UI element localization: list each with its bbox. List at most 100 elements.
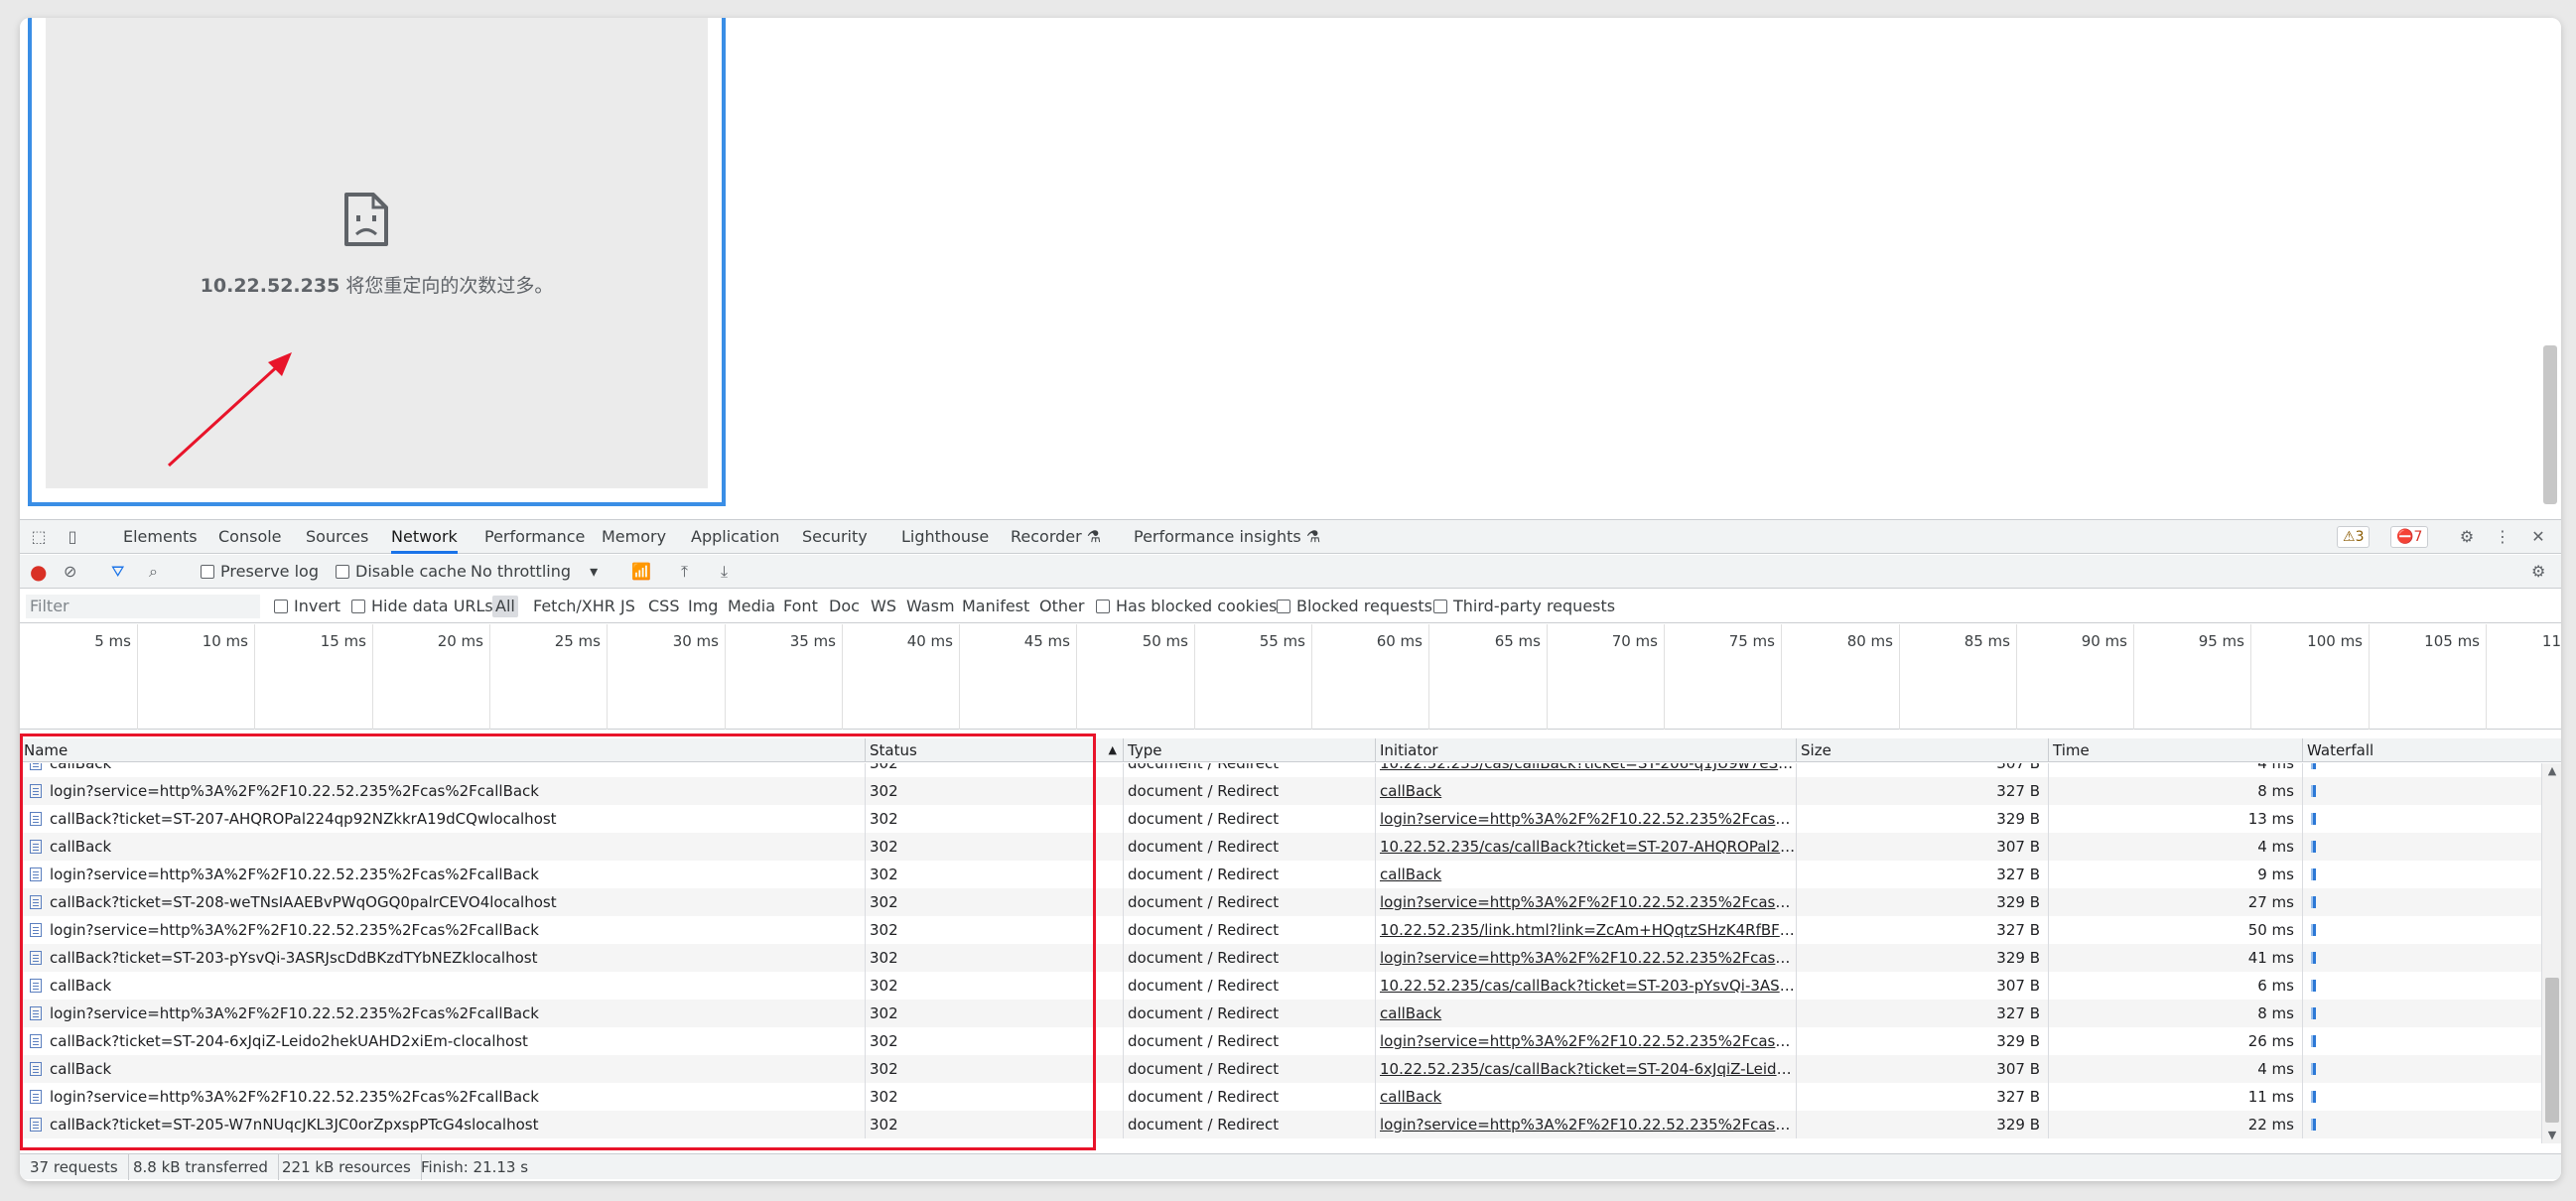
table-row[interactable]: login?service=http%3A%2F%2F10.22.52.235%…	[20, 861, 2541, 888]
settings-gear-icon[interactable]: ⚙	[2456, 526, 2478, 548]
close-devtools-icon[interactable]: ✕	[2527, 526, 2549, 548]
table-row[interactable]: callBack?ticket=ST-208-weTNsIAAEBvPWqOGQ…	[20, 888, 2541, 916]
waterfall-bar	[2313, 1119, 2316, 1131]
tab-lighthouse[interactable]: Lighthouse	[901, 520, 989, 554]
scroll-down-icon[interactable]: ▼	[2542, 1128, 2561, 1143]
request-name: login?service=http%3A%2F%2F10.22.52.235%…	[50, 782, 539, 800]
cell-initiator[interactable]: 10.22.52.235/link.html?link=ZcAm+HQqtzSH…	[1376, 916, 1797, 944]
tab-performance-insights[interactable]: Performance insights ⚗	[1134, 520, 1320, 554]
tab-recorder-label: Recorder	[1011, 527, 1082, 546]
request-name: login?service=http%3A%2F%2F10.22.52.235%…	[50, 866, 539, 883]
tab-application[interactable]: Application	[691, 520, 779, 554]
table-scrollbar-thumb[interactable]	[2545, 978, 2559, 1123]
filter-type-css[interactable]: CSS	[645, 596, 682, 617]
cell-initiator[interactable]: 10.22.52.235/cas/callBack?ticket=ST-207-…	[1376, 833, 1797, 861]
tab-elements[interactable]: Elements	[123, 520, 198, 554]
waterfall-bar	[2313, 813, 2316, 825]
table-row[interactable]: login?service=http%3A%2F%2F10.22.52.235%…	[20, 1000, 2541, 1027]
cell-initiator[interactable]: login?service=http%3A%2F%2F10.22.52.235%…	[1376, 1111, 1797, 1138]
cell-initiator[interactable]: callBack	[1376, 1000, 1797, 1027]
filter-type-manifest[interactable]: Manifest	[959, 596, 1032, 617]
tab-console[interactable]: Console	[218, 520, 282, 554]
table-row[interactable]: callBack?ticket=ST-203-pYsvQi-3ASRJscDdB…	[20, 944, 2541, 972]
cell-initiator[interactable]: login?service=http%3A%2F%2F10.22.52.235%…	[1376, 805, 1797, 833]
page-scrollbar[interactable]	[2543, 345, 2557, 504]
clear-icon[interactable]: ⊘	[64, 555, 76, 589]
has-blocked-cookies-checkbox[interactable]: Has blocked cookies	[1096, 590, 1278, 623]
device-toolbar-icon[interactable]: ▯	[62, 526, 83, 548]
table-row[interactable]: callBack?ticket=ST-207-AHQROPal224qp92NZ…	[20, 805, 2541, 833]
disable-cache-checkbox[interactable]: Disable cache	[336, 555, 467, 589]
network-toolbar: ● ⊘ ⛛ ⌕ Preserve log Disable cache No th…	[20, 555, 2561, 589]
throttling-select[interactable]: No throttling ▾	[471, 555, 598, 589]
inspect-element-icon[interactable]: ⬚	[28, 526, 50, 548]
table-row[interactable]: callBack?ticket=ST-204-6xJqiZ-Leido2hekU…	[20, 1027, 2541, 1055]
filter-type-js[interactable]: JS	[617, 596, 638, 617]
errors-badge[interactable]: ⛔7	[2390, 526, 2429, 548]
preserve-log-checkbox[interactable]: Preserve log	[201, 555, 319, 589]
cell-name: callBack?ticket=ST-203-pYsvQi-3ASRJscDdB…	[20, 944, 866, 972]
column-header-name[interactable]: Name	[20, 738, 866, 762]
cell-initiator[interactable]: callBack	[1376, 777, 1797, 805]
tab-sources[interactable]: Sources	[306, 520, 368, 554]
table-row[interactable]: callBack?ticket=ST-205-W7nNUqcJKL3JC0orZ…	[20, 1111, 2541, 1138]
tab-performance[interactable]: Performance	[484, 520, 585, 554]
filter-type-font[interactable]: Font	[780, 596, 821, 617]
blocked-requests-checkbox[interactable]: Blocked requests	[1277, 590, 1432, 623]
table-row[interactable]: callBack 302 document / Redirect 10.22.52.2…	[20, 763, 2541, 777]
record-icon[interactable]: ●	[30, 555, 47, 589]
network-overview-timeline[interactable]: 5 ms 10 ms 15 ms 20 ms 25 ms 30 ms 35 ms 40 ms 4…	[20, 624, 2561, 730]
invert-checkbox[interactable]: Invert	[274, 590, 340, 623]
warnings-badge[interactable]: ⚠3	[2337, 526, 2371, 548]
export-har-icon[interactable]: ⤓	[721, 555, 728, 589]
cell-initiator[interactable]: login?service=http%3A%2F%2F10.22.52.235%…	[1376, 1027, 1797, 1055]
column-header-size[interactable]: Size	[1797, 738, 2049, 762]
cell-initiator[interactable]: 10.22.52.235/cas/callBack?ticket=ST-203-…	[1376, 972, 1797, 1000]
third-party-checkbox[interactable]: Third-party requests	[1433, 590, 1615, 623]
tab-security[interactable]: Security	[802, 520, 868, 554]
column-header-type[interactable]: Type	[1124, 738, 1376, 762]
cell-initiator[interactable]: callBack	[1376, 861, 1797, 888]
network-conditions-icon[interactable]: 📶	[631, 555, 651, 589]
column-header-status[interactable]: Status ▲	[866, 738, 1124, 762]
network-settings-gear-icon[interactable]: ⚙	[2531, 555, 2545, 589]
filter-type-fetch-xhr[interactable]: Fetch/XHR	[530, 596, 618, 617]
cell-initiator[interactable]: 10.22.52.235/cas/callBack?ticket=ST-206-…	[1376, 763, 1797, 777]
cell-initiator[interactable]: 10.22.52.235/cas/callBack?ticket=ST-204-…	[1376, 1055, 1797, 1083]
filter-icon[interactable]: ⛛	[111, 555, 124, 589]
column-header-initiator[interactable]: Initiator	[1376, 738, 1797, 762]
filter-type-wasm[interactable]: Wasm	[903, 596, 958, 617]
filter-input[interactable]: Filter	[26, 595, 260, 618]
table-row[interactable]: callBack 302 document / Redirect 10.22.52.2…	[20, 972, 2541, 1000]
cell-initiator[interactable]: login?service=http%3A%2F%2F10.22.52.235%…	[1376, 888, 1797, 916]
table-row[interactable]: login?service=http%3A%2F%2F10.22.52.235%…	[20, 1083, 2541, 1111]
throttling-value: No throttling	[471, 562, 572, 581]
cell-waterfall	[2303, 888, 2541, 916]
table-scrollbar[interactable]: ▲ ▼	[2541, 763, 2561, 1143]
filter-type-media[interactable]: Media	[725, 596, 778, 617]
column-header-waterfall[interactable]: Waterfall	[2303, 738, 2561, 762]
tab-memory[interactable]: Memory	[602, 520, 666, 554]
import-har-icon[interactable]: ⤒	[681, 555, 688, 589]
checkbox-box	[336, 565, 349, 579]
filter-type-ws[interactable]: WS	[868, 596, 899, 617]
filter-type-doc[interactable]: Doc	[826, 596, 863, 617]
table-row[interactable]: login?service=http%3A%2F%2F10.22.52.235%…	[20, 777, 2541, 805]
cell-initiator[interactable]: login?service=http%3A%2F%2F10.22.52.235%…	[1376, 944, 1797, 972]
scroll-up-icon[interactable]: ▲	[2542, 763, 2561, 779]
table-row[interactable]: login?service=http%3A%2F%2F10.22.52.235%…	[20, 916, 2541, 944]
cell-waterfall	[2303, 1000, 2541, 1027]
search-icon[interactable]: ⌕	[149, 555, 158, 589]
filter-type-all[interactable]: All	[492, 596, 518, 617]
filter-type-other[interactable]: Other	[1036, 596, 1087, 617]
table-row[interactable]: callBack 302 document / Redirect 10.22.52.2…	[20, 833, 2541, 861]
cell-initiator[interactable]: callBack	[1376, 1083, 1797, 1111]
filter-type-img[interactable]: Img	[685, 596, 721, 617]
hide-data-urls-checkbox[interactable]: Hide data URLs	[351, 590, 493, 623]
checkbox-box	[351, 600, 365, 613]
table-row[interactable]: callBack 302 document / Redirect 10.22.52.2…	[20, 1055, 2541, 1083]
tab-recorder[interactable]: Recorder ⚗	[1011, 520, 1101, 554]
more-options-icon[interactable]: ⋮	[2492, 526, 2513, 548]
column-header-time[interactable]: Time	[2049, 738, 2303, 762]
tab-network[interactable]: Network	[391, 520, 458, 554]
